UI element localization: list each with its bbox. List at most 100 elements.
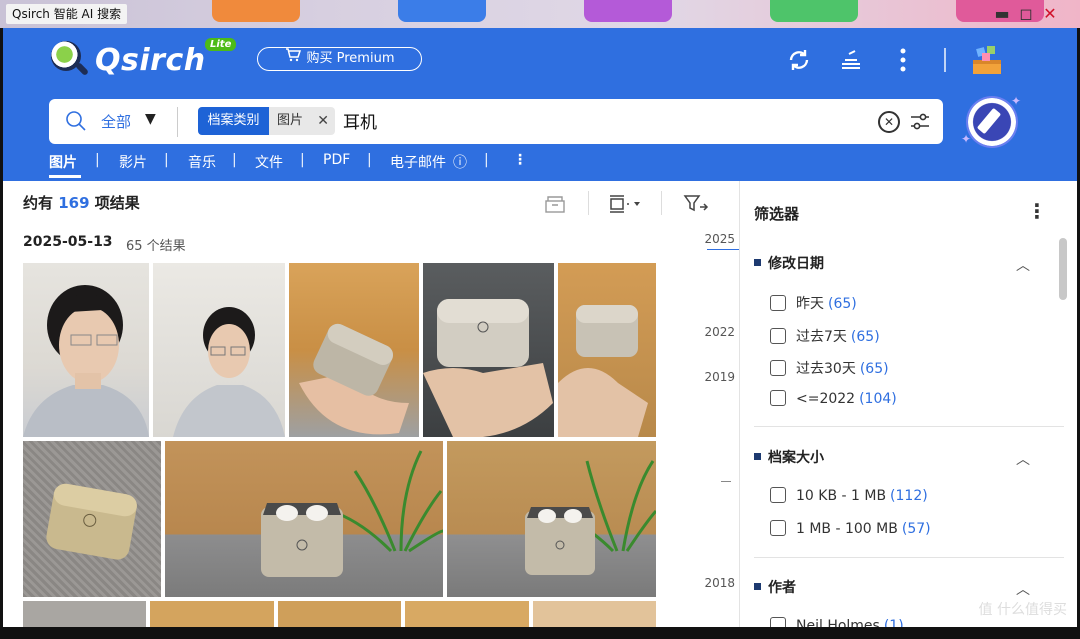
cart-icon — [285, 48, 301, 69]
section-divider — [754, 426, 1064, 427]
search-icon[interactable] — [65, 110, 87, 132]
checkbox[interactable] — [770, 520, 786, 536]
filter-chip-value[interactable]: 图片 ✕ — [269, 107, 335, 135]
tab-videos[interactable]: 影片 — [119, 152, 147, 172]
chevron-up-icon[interactable]: ︿ — [1016, 255, 1030, 275]
maximize-button[interactable]: ◻ — [1016, 4, 1036, 24]
tab-separator: | — [300, 152, 305, 168]
checkbox[interactable] — [770, 390, 786, 406]
tab-email[interactable]: 电子邮件 — [390, 152, 446, 172]
chevron-down-icon[interactable]: ▼ — [145, 111, 156, 127]
filter-chip-key[interactable]: 档案类别 — [198, 107, 269, 135]
close-button[interactable]: ✕ — [1040, 4, 1060, 24]
image-thumbnail[interactable] — [278, 601, 401, 627]
image-thumbnail[interactable] — [558, 263, 656, 437]
filter-option[interactable]: 1 MB - 100 MB (57) — [770, 520, 931, 537]
image-thumbnail[interactable] — [23, 601, 146, 627]
magnifier-handle — [74, 61, 90, 77]
remove-chip-icon[interactable]: ✕ — [317, 107, 329, 135]
section-modified-date[interactable]: 修改日期 — [754, 253, 824, 273]
option-count: (65) — [859, 361, 889, 377]
sync-icon[interactable] — [785, 46, 813, 74]
tab-images[interactable]: 图片 — [49, 152, 77, 172]
section-title-label: 档案大小 — [768, 450, 824, 466]
timeline-year[interactable]: 2025 — [704, 232, 735, 246]
apps-box-icon[interactable] — [969, 42, 1005, 78]
sparkle-icon: ✦ — [1011, 94, 1022, 108]
image-thumbnail[interactable] — [423, 263, 554, 437]
section-file-size[interactable]: 档案大小 — [754, 447, 824, 467]
image-thumbnail[interactable] — [405, 601, 529, 627]
tab-pdf[interactable]: PDF — [323, 152, 350, 168]
archive-icon[interactable] — [543, 193, 567, 217]
more-tabs-icon[interactable]: ⋮ — [513, 152, 527, 168]
section-title-label: 修改日期 — [768, 256, 824, 272]
toolbar-divider — [588, 191, 589, 215]
layers-icon[interactable] — [837, 46, 865, 74]
image-thumbnail[interactable] — [533, 601, 656, 627]
checkbox[interactable] — [770, 617, 786, 627]
image-thumbnail[interactable] — [153, 263, 285, 437]
section-title-label: 作者 — [768, 580, 796, 596]
image-thumbnail[interactable] — [165, 441, 443, 597]
image-thumbnail[interactable] — [447, 441, 656, 597]
sliders-icon[interactable] — [909, 111, 931, 133]
background-app-tile — [212, 0, 300, 22]
tab-separator: | — [484, 152, 489, 168]
toolbar-divider — [661, 191, 662, 215]
filter-chip-value-label: 图片 — [277, 113, 304, 128]
header-divider — [944, 48, 946, 72]
chevron-up-icon[interactable]: ︿ — [1016, 449, 1030, 469]
checkbox[interactable] — [770, 360, 786, 376]
search-input[interactable]: 耳机 — [343, 108, 377, 133]
image-thumbnail[interactable] — [150, 601, 274, 627]
background-app-tile — [770, 0, 858, 22]
image-thumbnail[interactable] — [23, 263, 149, 437]
option-label: Neil Holmes — [796, 618, 880, 627]
active-tab-indicator — [49, 175, 81, 178]
clear-search-icon[interactable]: ✕ — [878, 111, 900, 133]
more-vertical-icon[interactable]: ⋮ — [1027, 199, 1047, 223]
option-count: (65) — [828, 296, 857, 312]
filter-option[interactable]: 过去7天 (65) — [770, 326, 880, 346]
tab-separator: | — [164, 152, 169, 168]
tab-documents[interactable]: 文件 — [255, 152, 283, 172]
option-count: (1) — [883, 618, 904, 627]
filter-panel-title: 筛选器 — [754, 205, 800, 223]
checkbox[interactable] — [770, 328, 786, 344]
option-label: 1 MB - 100 MB — [796, 521, 898, 537]
image-thumbnail[interactable] — [289, 263, 419, 437]
section-author[interactable]: 作者 — [754, 577, 796, 597]
filter-scrollbar[interactable] — [1059, 238, 1067, 300]
timeline-year[interactable]: 2022 — [704, 325, 735, 339]
search-bar: 全部 ▼ 档案类别 图片 ✕ 耳机 ✕ — [49, 99, 943, 144]
more-vertical-icon[interactable] — [889, 46, 917, 74]
minimize-button[interactable]: ▬ — [992, 4, 1012, 24]
checkbox[interactable] — [770, 295, 786, 311]
checkbox[interactable] — [770, 487, 786, 503]
tab-music[interactable]: 音乐 — [188, 152, 216, 172]
filter-option[interactable]: 10 KB - 1 MB (112) — [770, 487, 928, 504]
option-label: 过去30天 — [796, 361, 856, 377]
timeline-scrubber[interactable]: 2025 2022 2019 2018 — [699, 221, 739, 627]
qsirch-logo: Qsirch Lite — [49, 38, 249, 82]
option-count: (104) — [859, 391, 897, 407]
view-mode-icon[interactable] — [607, 193, 643, 217]
section-bullet — [754, 583, 761, 590]
timeline-year[interactable]: 2019 — [704, 370, 735, 384]
tab-separator: | — [367, 152, 372, 168]
filter-option[interactable]: Neil Holmes (1) — [770, 617, 904, 627]
filter-toggle-icon[interactable] — [683, 193, 709, 217]
ai-assistant-icon[interactable] — [968, 98, 1016, 146]
filter-option[interactable]: <=2022 (104) — [770, 390, 897, 407]
filter-option[interactable]: 昨天 (65) — [770, 293, 857, 313]
search-scope-select[interactable]: 全部 — [101, 111, 131, 132]
buy-premium-button[interactable]: 购买 Premium — [257, 47, 422, 71]
filter-option[interactable]: 过去30天 (65) — [770, 358, 889, 378]
results-suffix: 项结果 — [94, 194, 140, 212]
image-thumbnail[interactable] — [23, 441, 161, 597]
results-count: 约有 169 项结果 — [23, 192, 140, 213]
chevron-up-icon[interactable]: ︿ — [1016, 579, 1030, 599]
info-icon[interactable]: ⓘ — [453, 152, 467, 172]
timeline-year[interactable]: 2018 — [704, 576, 735, 590]
